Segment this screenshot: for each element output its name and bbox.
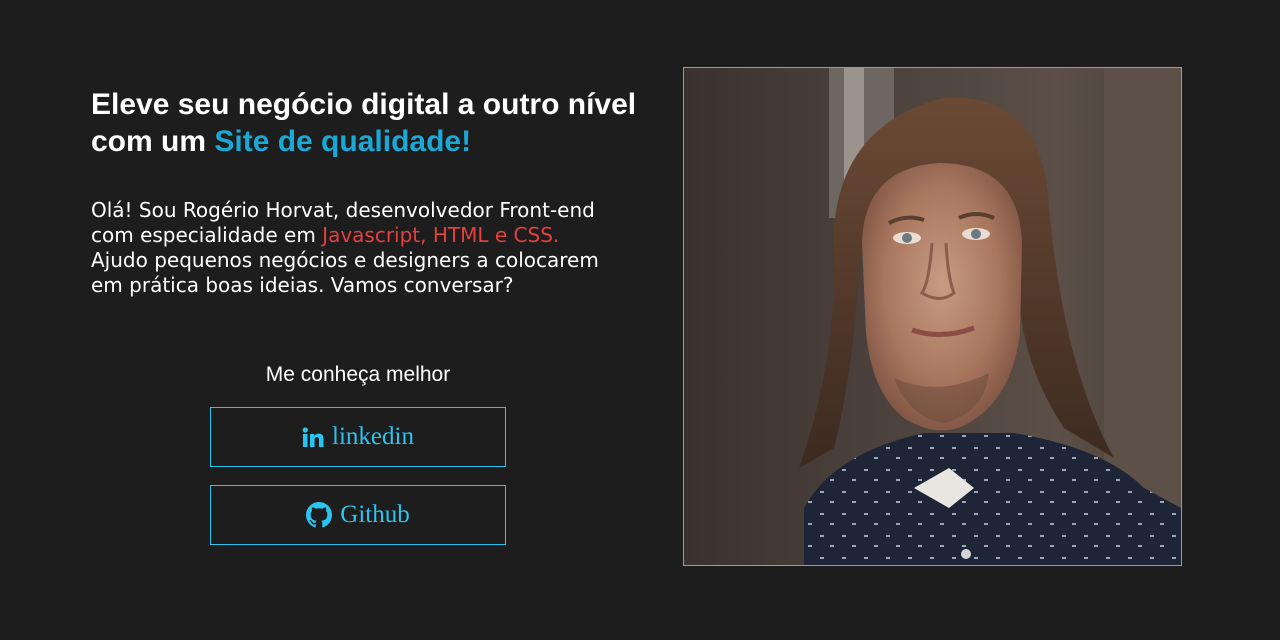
intro-paragraph: Olá! Sou Rogério Horvat, desenvolvedor F… bbox=[91, 198, 601, 298]
links-title: Me conheça melhor bbox=[265, 363, 451, 386]
linkedin-label: linkedin bbox=[332, 423, 414, 450]
linkedin-button[interactable]: linkedin bbox=[210, 407, 506, 467]
intro-text-end: Ajudo pequenos negócios e designers a co… bbox=[91, 248, 599, 297]
github-button[interactable]: Github bbox=[210, 485, 506, 545]
headline-accent: Site de qualidade! bbox=[214, 125, 472, 158]
linkedin-icon bbox=[302, 427, 324, 447]
hero-section: Eleve seu negócio digital a outro nível … bbox=[91, 86, 651, 298]
headline: Eleve seu negócio digital a outro nível … bbox=[91, 86, 651, 160]
github-label: Github bbox=[340, 501, 410, 528]
profile-photo bbox=[683, 67, 1182, 566]
github-icon bbox=[306, 502, 333, 528]
intro-skills: Javascript, HTML e CSS. bbox=[322, 223, 560, 247]
